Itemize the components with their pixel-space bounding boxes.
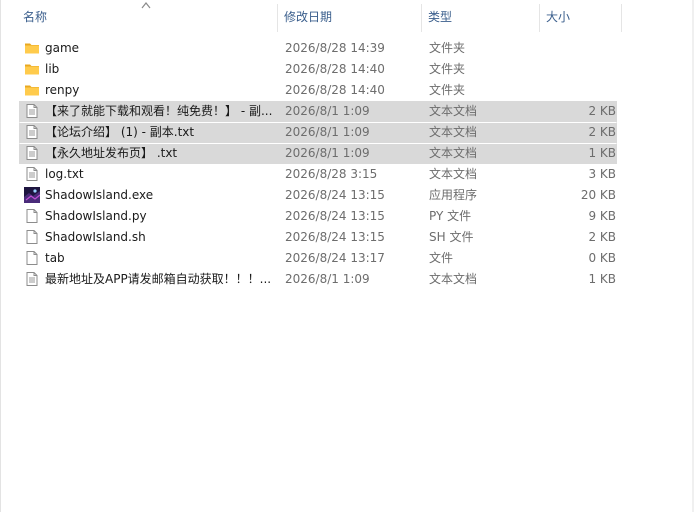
file-name: tab	[45, 251, 65, 265]
file-modified-date: 2026/8/28 14:40	[285, 62, 385, 76]
column-header-bar: 名称 修改日期 类型 大小	[0, 0, 622, 35]
file-modified-date: 2026/8/1 1:09	[285, 272, 370, 286]
file-modified-date: 2026/8/24 13:17	[285, 251, 385, 265]
file-row[interactable]: tab 2026/8/24 13:17 文件 0 KB	[19, 248, 617, 269]
file-modified-date: 2026/8/24 13:15	[285, 209, 385, 223]
column-header-size[interactable]: 大小	[541, 0, 621, 35]
file-type: 文件夹	[429, 41, 466, 55]
file-row[interactable]: 最新地址及APP请发邮箱自动获取！！！... 2026/8/1 1:09 文本文…	[19, 269, 617, 290]
file-row[interactable]: game 2026/8/28 14:39 文件夹	[19, 38, 617, 59]
file-row[interactable]: 【来了就能下载和观看！纯免费！】 - 副... 2026/8/1 1:09 文本…	[19, 101, 617, 122]
column-divider[interactable]	[539, 4, 540, 32]
file-type: 文件夹	[429, 62, 466, 76]
file-list: game 2026/8/28 14:39 文件夹 lib 2026/8/28 1…	[0, 38, 622, 290]
file-name: 【论坛介绍】 (1) - 副本.txt	[45, 125, 195, 139]
column-header-name[interactable]: 名称	[18, 0, 276, 35]
column-header-date[interactable]: 修改日期	[279, 0, 421, 35]
file-name: lib	[45, 62, 60, 76]
file-name: 最新地址及APP请发邮箱自动获取！！！...	[45, 272, 272, 286]
file-size: 1 KB	[588, 272, 616, 286]
file-type: 文本文档	[429, 146, 478, 160]
blank-file-icon	[24, 208, 40, 224]
file-row[interactable]: lib 2026/8/28 14:40 文件夹	[19, 59, 617, 80]
file-type: PY 文件	[429, 209, 472, 223]
file-modified-date: 2026/8/24 13:15	[285, 230, 385, 244]
text-file-icon	[24, 124, 40, 140]
text-file-icon	[24, 145, 40, 161]
file-row[interactable]: ShadowIsland.py 2026/8/24 13:15 PY 文件 9 …	[19, 206, 617, 227]
file-size: 2 KB	[588, 125, 616, 139]
text-file-icon	[24, 271, 40, 287]
file-size: 2 KB	[588, 104, 616, 118]
file-row[interactable]: log.txt 2026/8/28 3:15 文本文档 3 KB	[19, 164, 617, 185]
file-size: 0 KB	[588, 251, 616, 265]
folder-icon	[24, 61, 40, 77]
column-divider[interactable]	[421, 4, 422, 32]
file-size: 20 KB	[580, 188, 616, 202]
column-header-type[interactable]: 类型	[423, 0, 539, 35]
file-name: ShadowIsland.exe	[45, 188, 154, 202]
text-file-icon	[24, 103, 40, 119]
file-name: ShadowIsland.py	[45, 209, 147, 223]
file-row[interactable]: 【永久地址发布页】 .txt 2026/8/1 1:09 文本文档 1 KB	[19, 143, 617, 164]
folder-icon	[24, 82, 40, 98]
file-modified-date: 2026/8/24 13:15	[285, 188, 385, 202]
file-size: 9 KB	[588, 209, 616, 223]
column-divider[interactable]	[277, 4, 278, 32]
file-type: 文本文档	[429, 125, 478, 139]
text-file-icon	[24, 166, 40, 182]
file-type: 文件夹	[429, 83, 466, 97]
file-name: renpy	[45, 83, 80, 97]
blank-file-icon	[24, 229, 40, 245]
file-modified-date: 2026/8/1 1:09	[285, 146, 370, 160]
file-type: 文本文档	[429, 104, 478, 118]
file-type: 文本文档	[429, 272, 478, 286]
file-size: 1 KB	[588, 146, 616, 160]
folder-icon	[24, 40, 40, 56]
file-name: 【来了就能下载和观看！纯免费！】 - 副...	[45, 104, 273, 118]
file-modified-date: 2026/8/28 14:40	[285, 83, 385, 97]
file-modified-date: 2026/8/28 14:39	[285, 41, 385, 55]
file-type: 文本文档	[429, 167, 478, 181]
file-type: SH 文件	[429, 230, 474, 244]
file-name: 【永久地址发布页】 .txt	[45, 146, 178, 160]
file-type: 文件	[429, 251, 454, 265]
file-size	[544, 39, 616, 58]
column-divider[interactable]	[621, 4, 622, 32]
app-icon	[24, 187, 41, 203]
file-row[interactable]: renpy 2026/8/28 14:40 文件夹	[19, 80, 617, 101]
file-modified-date: 2026/8/1 1:09	[285, 125, 370, 139]
file-row[interactable]: ShadowIsland.sh 2026/8/24 13:15 SH 文件 2 …	[19, 227, 617, 248]
file-size: 3 KB	[588, 167, 616, 181]
file-row[interactable]: 【论坛介绍】 (1) - 副本.txt 2026/8/1 1:09 文本文档 2…	[19, 122, 617, 143]
file-modified-date: 2026/8/28 3:15	[285, 167, 378, 181]
file-size	[544, 60, 616, 79]
file-row[interactable]: ShadowIsland.exe 2026/8/24 13:15 应用程序 20…	[19, 185, 617, 206]
file-name: ShadowIsland.sh	[45, 230, 146, 244]
file-name: game	[45, 41, 80, 55]
file-name: log.txt	[45, 167, 84, 181]
file-type: 应用程序	[429, 188, 478, 202]
blank-file-icon	[24, 250, 40, 266]
file-size	[544, 81, 616, 100]
file-modified-date: 2026/8/1 1:09	[285, 104, 370, 118]
file-size: 2 KB	[588, 230, 616, 244]
